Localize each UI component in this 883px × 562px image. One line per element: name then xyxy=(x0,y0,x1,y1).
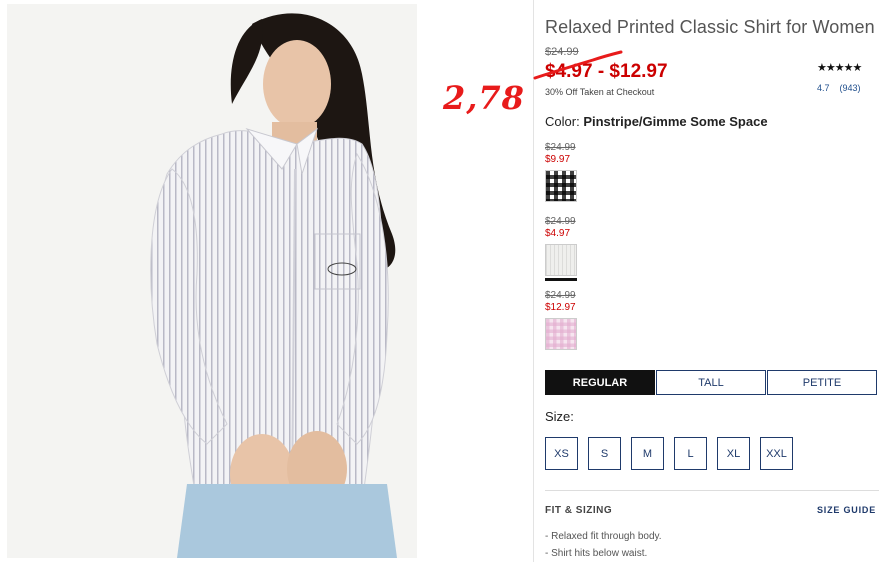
price-strikethrough-annotation xyxy=(533,50,623,80)
size-s-button[interactable]: S xyxy=(588,437,621,470)
selected-color-name: Pinstripe/Gimme Some Space xyxy=(583,114,768,129)
handwritten-price-annotation: 2,78 xyxy=(443,79,525,117)
tab-tall[interactable]: TALL xyxy=(656,370,766,395)
color-label: Color: Pinstripe/Gimme Some Space xyxy=(545,114,768,129)
review-count[interactable]: (943) xyxy=(840,83,861,93)
fit-bullet: - Shirt hits below waist. xyxy=(545,548,648,559)
fit-bullet: - Relaxed fit through body. xyxy=(545,531,662,542)
swatch-gingham[interactable] xyxy=(545,170,577,202)
discount-note: 30% Off Taken at Checkout xyxy=(545,87,655,97)
swatch-original-price: $24.99 xyxy=(545,216,576,227)
swatch-option-gingham[interactable]: $24.99 $9.97 xyxy=(545,142,605,202)
product-title: Relaxed Printed Classic Shirt for Women xyxy=(545,17,875,37)
swatch-pinstripe[interactable] xyxy=(545,244,577,276)
swatch-sale-price: $12.97 xyxy=(545,302,576,313)
size-xxl-button[interactable]: XXL xyxy=(760,437,793,470)
size-xs-button[interactable]: XS xyxy=(545,437,578,470)
product-photo xyxy=(7,4,417,558)
size-xl-button[interactable]: XL xyxy=(717,437,750,470)
swatch-sale-price: $4.97 xyxy=(545,228,571,239)
fit-sizing-heading[interactable]: FIT & SIZING xyxy=(545,505,612,516)
fit-bullets: - Relaxed fit through body. - Shirt hits… xyxy=(545,528,662,562)
tab-regular[interactable]: REGULAR xyxy=(545,370,655,395)
swatch-option-pink[interactable]: $24.99 $12.97 xyxy=(545,290,605,350)
swatch-original-price: $24.99 xyxy=(545,142,576,153)
section-divider xyxy=(545,490,879,491)
swatch-option-pinstripe[interactable]: $24.99 $4.97 xyxy=(545,216,605,281)
column-divider xyxy=(533,0,534,562)
rating-summary[interactable]: 4.7 (943) xyxy=(817,83,871,93)
color-label-text: Color: xyxy=(545,114,580,129)
fit-tabs: REGULAR TALL PETITE xyxy=(545,370,878,395)
swatch-sale-price: $9.97 xyxy=(545,154,571,165)
swatch-pink[interactable] xyxy=(545,318,577,350)
size-options: XS S M L XL XXL xyxy=(545,437,803,470)
size-label: Size: xyxy=(545,409,574,424)
tab-petite[interactable]: PETITE xyxy=(767,370,877,395)
size-m-button[interactable]: M xyxy=(631,437,664,470)
rating-value: 4.7 xyxy=(817,83,830,93)
model-illustration xyxy=(7,4,417,558)
star-rating-icon[interactable]: ★★★★★ xyxy=(817,61,862,74)
selected-swatch-indicator xyxy=(545,278,577,281)
swatch-original-price: $24.99 xyxy=(545,290,576,301)
size-guide-link[interactable]: SIZE GUIDE xyxy=(817,505,876,515)
size-l-button[interactable]: L xyxy=(674,437,707,470)
